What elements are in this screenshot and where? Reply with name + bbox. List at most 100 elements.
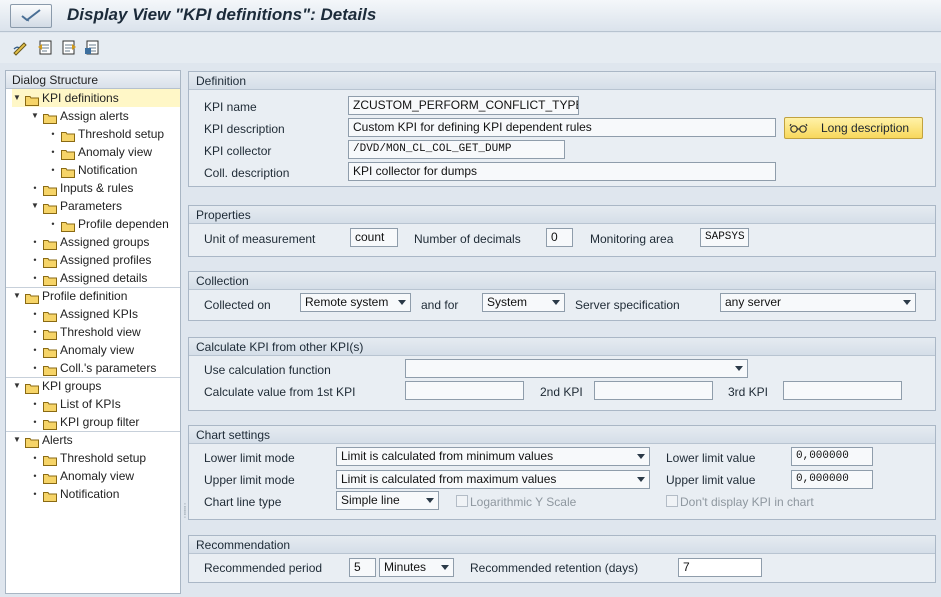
expand-toggle-icon[interactable]: ▼ xyxy=(12,89,22,107)
nav-item[interactable]: • Assigned groups xyxy=(30,233,180,251)
nav-item[interactable]: • Inputs & rules xyxy=(30,179,180,197)
nav-item[interactable]: • Anomaly view xyxy=(48,143,180,161)
menu-button[interactable] xyxy=(10,4,52,28)
and-for-dropdown[interactable]: System xyxy=(482,293,565,312)
nav-item[interactable]: ▼ Parameters xyxy=(30,197,180,215)
coll-description-label: Coll. description xyxy=(204,166,290,180)
display-change-icon[interactable] xyxy=(12,39,29,56)
monitoring-area-field[interactable]: SAPSYS xyxy=(700,228,749,247)
window-title: Display View "KPI definitions": Details xyxy=(67,5,377,24)
lower-limit-mode-dropdown[interactable]: Limit is calculated from minimum values xyxy=(336,447,650,466)
kpi-name-field[interactable]: ZCUSTOM_PERFORM_CONFLICT_TYPE xyxy=(348,96,579,115)
number-of-decimals-field[interactable]: 0 xyxy=(546,228,573,247)
title-bar: Display View "KPI definitions": Details xyxy=(0,0,941,32)
period-unit-dropdown[interactable]: Minutes xyxy=(379,558,454,577)
next-entry-icon[interactable] xyxy=(60,39,77,56)
expand-toggle-icon[interactable]: ▼ xyxy=(30,107,40,125)
unit-of-measurement-field[interactable]: count xyxy=(350,228,398,247)
lower-limit-value-field[interactable]: 0,000000 xyxy=(791,447,873,466)
upper-limit-value-field[interactable]: 0,000000 xyxy=(791,470,873,489)
folder-icon xyxy=(43,183,57,196)
nav-item[interactable]: ▼ Alerts xyxy=(12,431,180,449)
expand-toggle-icon[interactable]: ▼ xyxy=(30,197,40,215)
tree-bullet-icon: • xyxy=(51,129,55,139)
recommendation-title: Recommendation xyxy=(189,536,935,554)
nav-item[interactable]: • List of KPIs xyxy=(30,395,180,413)
nav-item-label: Notification xyxy=(60,487,120,501)
previous-entry-icon[interactable] xyxy=(37,39,54,56)
nav-item[interactable]: • Threshold setup xyxy=(48,125,180,143)
tree-bullet-icon: • xyxy=(51,165,55,175)
tree-bullet-icon: • xyxy=(33,399,37,409)
nav-item[interactable]: • Notification xyxy=(48,161,180,179)
third-kpi-label: 3rd KPI xyxy=(728,385,769,399)
tree-bullet-icon: • xyxy=(33,237,37,247)
splitter-handle[interactable]: ⋮ ⋮ ⋮ xyxy=(181,503,189,525)
nav-item[interactable]: • Assigned KPIs xyxy=(30,305,180,323)
nav-item[interactable]: ▼ Profile definition xyxy=(12,287,180,305)
chevron-down-icon xyxy=(637,454,645,459)
kpi-collector-field[interactable]: /DVD/MON_CL_COL_GET_DUMP xyxy=(348,140,565,159)
nav-item[interactable]: • Assigned profiles xyxy=(30,251,180,269)
chart-line-type-dropdown[interactable]: Simple line xyxy=(336,491,439,510)
nav-item-label: KPI groups xyxy=(42,379,102,393)
dialog-structure-panel: Dialog Structure ▼ KPI definitions ▼ Assign… xyxy=(5,70,181,594)
second-kpi-field[interactable] xyxy=(594,381,713,400)
server-specification-dropdown[interactable]: any server xyxy=(720,293,916,312)
tree-bullet-icon: • xyxy=(33,363,37,373)
nav-item-label: Parameters xyxy=(60,199,123,213)
nav-item-label: Profile dependen xyxy=(78,217,169,231)
collected-on-dropdown[interactable]: Remote system xyxy=(300,293,411,312)
nav-item-label: Notification xyxy=(78,163,138,177)
nav-item[interactable]: • Profile dependen xyxy=(48,215,180,233)
nav-item-label: List of KPIs xyxy=(60,397,121,411)
and-for-value: System xyxy=(487,295,528,309)
nav-item[interactable]: • KPI group filter xyxy=(30,413,180,431)
folder-icon xyxy=(61,147,75,160)
expand-toggle-icon[interactable]: ▼ xyxy=(12,431,22,449)
tree-bullet-icon: • xyxy=(33,255,37,265)
nav-item[interactable]: • Coll.'s parameters xyxy=(30,359,180,377)
nav-item[interactable]: • Threshold setup xyxy=(30,449,180,467)
third-kpi-field[interactable] xyxy=(783,381,902,400)
logarithmic-scale-checkbox[interactable] xyxy=(456,495,468,507)
collected-on-value: Remote system xyxy=(305,295,389,309)
check-menu-icon xyxy=(19,8,43,25)
nav-item[interactable]: • Assigned details xyxy=(30,269,180,287)
nav-item[interactable]: ▼ KPI groups xyxy=(12,377,180,395)
expand-toggle-icon[interactable]: ▼ xyxy=(12,287,22,305)
nav-item[interactable]: • Anomaly view xyxy=(30,341,180,359)
nav-item-label: Assign alerts xyxy=(60,109,129,123)
chevron-down-icon xyxy=(637,477,645,482)
chevron-down-icon xyxy=(426,498,434,503)
dont-display-kpi-checkbox[interactable] xyxy=(666,495,678,507)
recommended-retention-field[interactable]: 7 xyxy=(678,558,762,577)
folder-icon xyxy=(61,165,75,178)
calculation-function-dropdown[interactable] xyxy=(405,359,748,378)
dont-display-kpi-label: Don't display KPI in chart xyxy=(680,495,814,509)
and-for-label: and for xyxy=(421,298,459,312)
nav-item-label: Anomaly view xyxy=(78,145,153,159)
kpi-collector-label: KPI collector xyxy=(204,144,272,158)
recommended-period-field[interactable]: 5 xyxy=(349,558,376,577)
expand-toggle-icon[interactable]: ▼ xyxy=(12,377,22,395)
nav-item[interactable]: • Anomaly view xyxy=(30,467,180,485)
nav-item[interactable]: • Notification xyxy=(30,485,180,503)
nav-item[interactable]: ▼ Assign alerts xyxy=(30,107,180,125)
folder-icon xyxy=(43,471,57,484)
nav-item[interactable]: ▼ KPI definitions xyxy=(12,89,180,107)
coll-description-field[interactable]: KPI collector for dumps xyxy=(348,162,776,181)
chart-line-type-label: Chart line type xyxy=(204,495,282,509)
use-calculation-function-label: Use calculation function xyxy=(204,363,331,377)
nav-item[interactable]: • Threshold view xyxy=(30,323,180,341)
first-kpi-field[interactable] xyxy=(405,381,524,400)
variable-list-icon[interactable] xyxy=(84,39,101,56)
period-unit-value: Minutes xyxy=(384,560,427,574)
folder-icon xyxy=(61,219,75,232)
kpi-description-field[interactable]: Custom KPI for defining KPI dependent ru… xyxy=(348,118,776,137)
long-description-button[interactable]: Long description xyxy=(784,117,923,139)
folder-icon xyxy=(43,309,57,322)
upper-limit-mode-dropdown[interactable]: Limit is calculated from maximum values xyxy=(336,470,650,489)
definition-title: Definition xyxy=(189,72,935,90)
folder-icon xyxy=(43,111,57,124)
